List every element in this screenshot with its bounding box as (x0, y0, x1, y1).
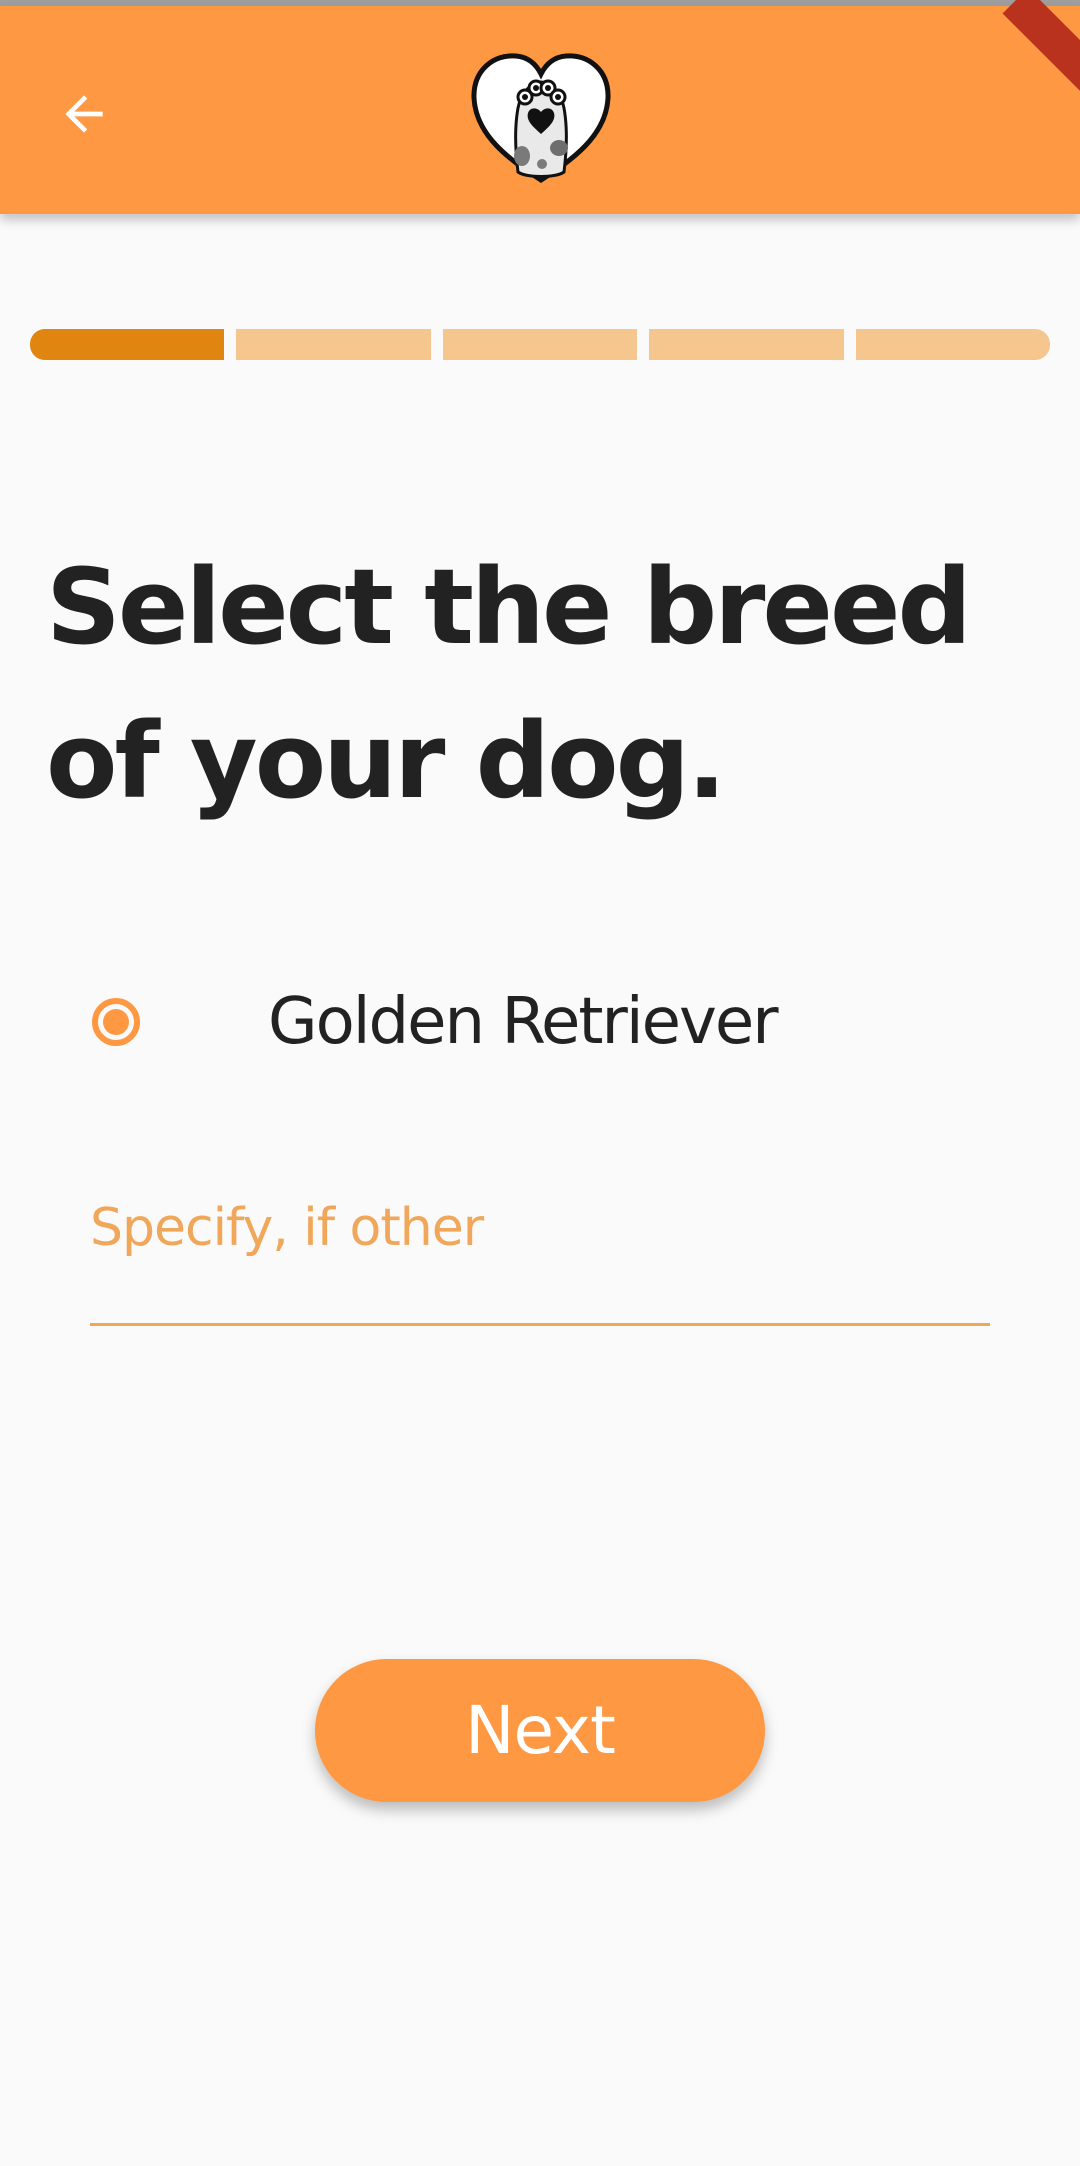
radio-dot (103, 1009, 129, 1035)
progress-segment-3 (442, 329, 638, 360)
next-button[interactable]: Next (315, 1659, 765, 1802)
progress-segment-1 (30, 329, 225, 360)
other-breed-field (90, 1170, 990, 1330)
app-bar (0, 6, 1080, 214)
step-progress-bar (30, 329, 1051, 360)
heart-dog-paw-logo (471, 53, 611, 183)
question-title: Select the breed of your dog. (46, 546, 972, 822)
breed-option-golden-retriever[interactable]: Golden Retriever (86, 972, 986, 1072)
other-breed-input[interactable] (90, 1170, 990, 1326)
arrow-left-icon (65, 95, 103, 133)
radio-button-selected[interactable] (92, 998, 140, 1046)
breed-option-label: Golden Retriever (268, 985, 779, 1059)
progress-segment-2 (236, 329, 431, 360)
back-button[interactable] (44, 74, 124, 154)
progress-segment-5 (855, 329, 1051, 360)
progress-segment-4 (649, 329, 844, 360)
